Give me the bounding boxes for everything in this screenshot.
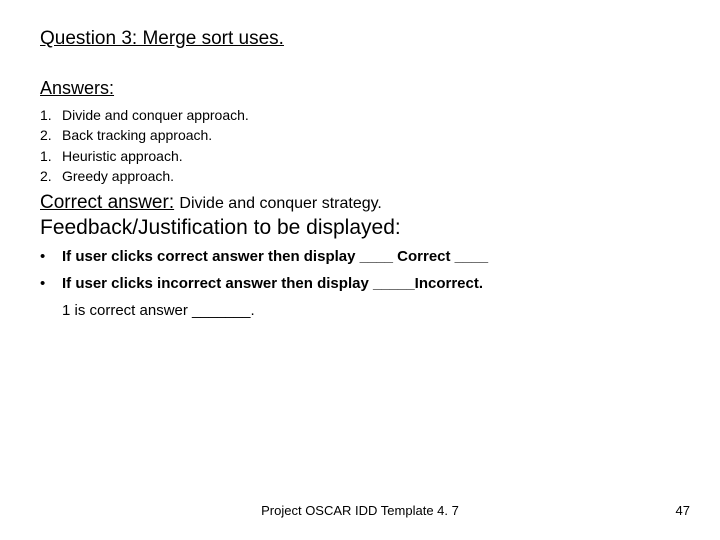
footer-template-name: Project OSCAR IDD Template 4. 7 [0, 503, 720, 518]
answer-number: 1. [40, 105, 62, 125]
answer-text: Greedy approach. [62, 166, 174, 186]
final-note: 1 is correct answer _______. [62, 302, 680, 319]
answer-row: 2. Back tracking approach. [40, 125, 680, 145]
answer-text: Heuristic approach. [62, 146, 183, 166]
answer-number: 1. [40, 146, 62, 166]
bullet-dot-icon: • [40, 248, 62, 265]
bullet-row: • If user clicks incorrect answer then d… [40, 275, 680, 292]
answer-row: 2. Greedy approach. [40, 166, 680, 186]
answer-row: 1. Divide and conquer approach. [40, 105, 680, 125]
bullet-dot-icon: • [40, 275, 62, 292]
answer-text: Divide and conquer approach. [62, 105, 249, 125]
footer-page-number: 47 [676, 503, 690, 518]
answers-heading: Answers: [40, 78, 680, 99]
answer-text: Back tracking approach. [62, 125, 212, 145]
answer-row: 1. Heuristic approach. [40, 146, 680, 166]
answer-number: 2. [40, 166, 62, 186]
correct-answer: Correct answer: Divide and conquer strat… [40, 192, 680, 214]
bullet-row: • If user clicks correct answer then dis… [40, 248, 680, 265]
correct-answer-value: Divide and conquer strategy. [179, 195, 381, 212]
question-heading: Question 3: Merge sort uses. [40, 28, 680, 50]
feedback-bullets: • If user clicks correct answer then dis… [40, 248, 680, 292]
bullet-text: If user clicks incorrect answer then dis… [62, 275, 483, 292]
answer-number: 2. [40, 125, 62, 145]
slide: Question 3: Merge sort uses. Answers: 1.… [0, 0, 720, 540]
answers-list: 1. Divide and conquer approach. 2. Back … [40, 105, 680, 186]
correct-answer-label: Correct answer: [40, 192, 174, 213]
feedback-heading: Feedback/Justification to be displayed: [40, 216, 680, 240]
bullet-text: If user clicks correct answer then displ… [62, 248, 488, 265]
